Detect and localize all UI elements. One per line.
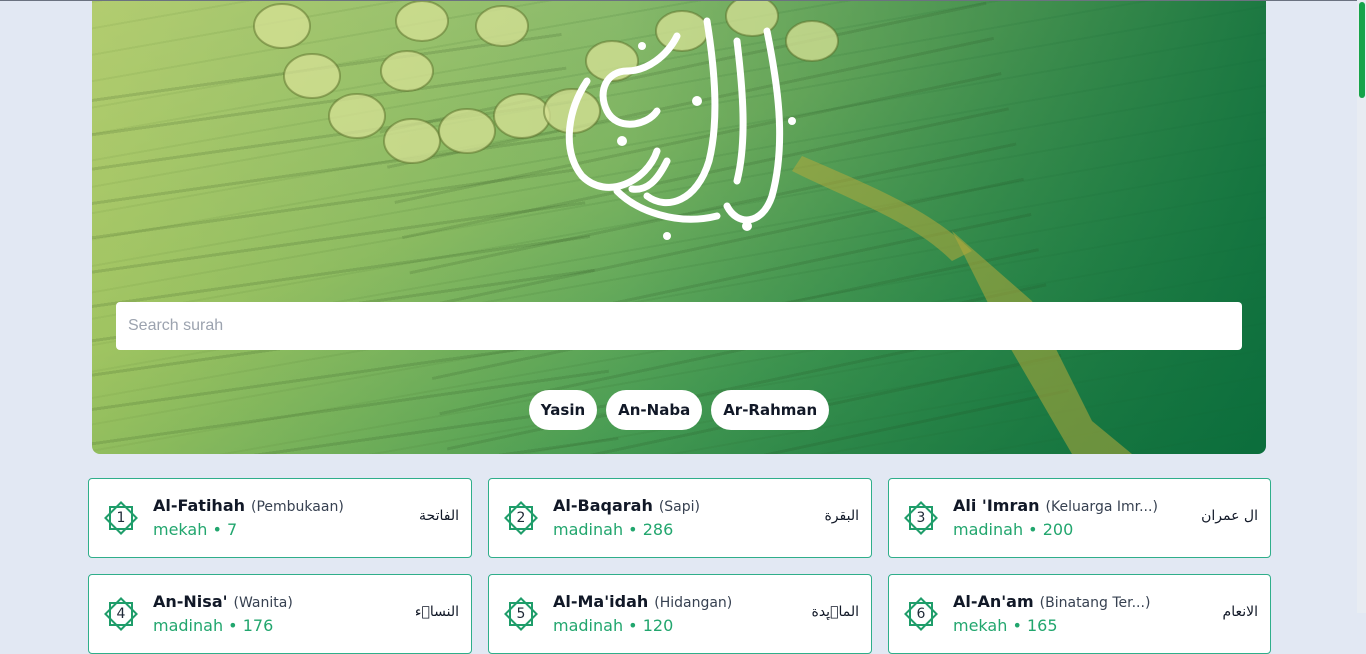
scrollbar-thumb[interactable] [1359, 2, 1365, 98]
surah-card[interactable]: 5 Al-Ma'idah (Hidangan) madinah • 120 الم… [488, 574, 872, 654]
surah-meaning: (Wanita) [233, 595, 293, 611]
surah-number: 4 [116, 606, 126, 622]
meta-separator: • [212, 520, 227, 539]
quick-link-ar-rahman[interactable]: Ar-Rahman [711, 390, 830, 430]
surah-meaning: (Binatang Ter...) [1039, 595, 1151, 611]
quick-links: Yasin An-Naba Ar-Rahman [92, 390, 1266, 430]
surah-card[interactable]: 3 Ali 'Imran (Keluarga Imr...) madinah • … [888, 478, 1271, 558]
surah-card[interactable]: 1 Al-Fatihah (Pembukaan) mekah • 7 الفاتح… [88, 478, 472, 558]
surah-latin-name: Al-Fatihah [153, 496, 246, 515]
star-octagram-icon: 4 [102, 595, 140, 633]
surah-card[interactable]: 4 An-Nisa' (Wanita) madinah • 176 النساۤء [88, 574, 472, 654]
surah-latin-name: Al-An'am [953, 592, 1034, 611]
surah-arabic-name: الماۤىِٕدة [811, 604, 860, 620]
surah-number: 3 [916, 510, 926, 526]
surah-arabic-name: النساۤء [414, 604, 459, 620]
surah-number: 1 [116, 510, 126, 526]
meta-separator: • [628, 520, 643, 539]
surah-meaning: (Pembukaan) [251, 499, 344, 515]
surah-card[interactable]: 6 Al-An'am (Binatang Ter...) mekah • 165 … [888, 574, 1271, 654]
surah-number: 5 [516, 606, 526, 622]
surah-list: 1 Al-Fatihah (Pembukaan) mekah • 7 الفاتح… [88, 478, 1271, 654]
surah-verse-count: 7 [226, 520, 238, 539]
quran-calligraphy-logo [565, 17, 796, 240]
surah-revelation-place: madinah [553, 520, 624, 539]
hero-banner: Yasin An-Naba Ar-Rahman [92, 1, 1266, 454]
surah-arabic-name: الفاتحة [419, 508, 459, 524]
star-octagram-icon: 5 [502, 595, 540, 633]
surah-number: 6 [916, 606, 926, 622]
surah-revelation-place: madinah [953, 520, 1024, 539]
surah-latin-name: An-Nisa' [153, 592, 228, 611]
page-scrollbar[interactable] [1357, 0, 1366, 613]
surah-meaning: (Sapi) [658, 499, 700, 515]
surah-verse-count: 200 [1042, 520, 1074, 539]
surah-latin-name: Al-Ma'idah [553, 592, 649, 611]
meta-separator: • [228, 616, 243, 635]
meta-separator: • [1012, 616, 1027, 635]
surah-arabic-name: ال عمران [1201, 508, 1258, 524]
surah-revelation-place: madinah [153, 616, 224, 635]
surah-verse-count: 165 [1026, 616, 1058, 635]
meta-separator: • [1028, 520, 1043, 539]
surah-arabic-name: الانعام [1222, 604, 1258, 620]
surah-number: 2 [516, 510, 526, 526]
surah-revelation-place: mekah [153, 520, 208, 539]
surah-verse-count: 286 [642, 520, 674, 539]
surah-meaning: (Hidangan) [654, 595, 733, 611]
surah-card[interactable]: 2 Al-Baqarah (Sapi) madinah • 286 البقرة [488, 478, 872, 558]
star-octagram-icon: 6 [902, 595, 940, 633]
search-surah-input[interactable] [116, 302, 1242, 350]
surah-revelation-place: mekah [953, 616, 1008, 635]
star-octagram-icon: 3 [902, 499, 940, 537]
surah-latin-name: Al-Baqarah [553, 496, 653, 515]
star-octagram-icon: 2 [502, 499, 540, 537]
star-octagram-icon: 1 [102, 499, 140, 537]
meta-separator: • [628, 616, 643, 635]
surah-arabic-name: البقرة [824, 508, 859, 524]
surah-meaning: (Keluarga Imr...) [1045, 499, 1158, 515]
surah-verse-count: 176 [242, 616, 274, 635]
surah-latin-name: Ali 'Imran [953, 496, 1040, 515]
quick-link-yasin[interactable]: Yasin [528, 390, 598, 430]
surah-verse-count: 120 [642, 616, 674, 635]
surah-revelation-place: madinah [553, 616, 624, 635]
quick-link-an-naba[interactable]: An-Naba [606, 390, 703, 430]
